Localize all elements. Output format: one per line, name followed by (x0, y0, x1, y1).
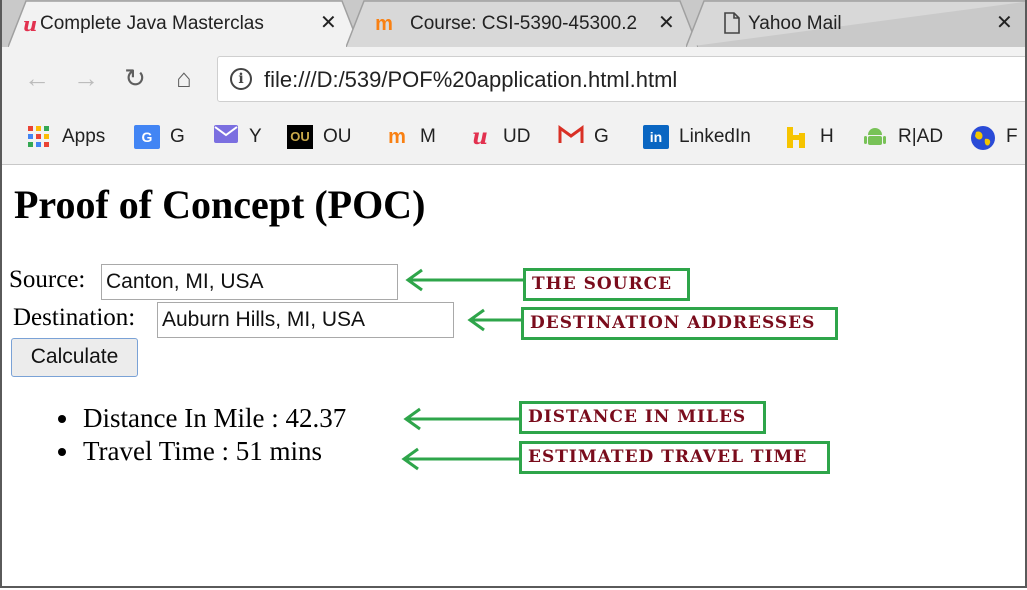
gmail-icon (558, 125, 584, 149)
distance-result: Distance In Mile : 42.37 (83, 403, 347, 433)
bullet (58, 415, 66, 423)
tab-yahoo-mail[interactable]: Yahoo Mail ✕ (686, 0, 1027, 47)
h-icon (784, 125, 810, 149)
annotation-source: The source (523, 268, 690, 301)
bookmark-label: H (820, 126, 834, 147)
bookmark-label: M (420, 126, 436, 147)
page-title: Proof of Concept (POC) (14, 182, 426, 227)
tab-title: Course: CSI-5390-45300.2 (410, 13, 638, 34)
tab-title: Yahoo Mail (748, 13, 842, 34)
info-icon[interactable]: i (230, 68, 252, 90)
destination-input[interactable]: Auburn Hills, MI, USA (157, 302, 454, 338)
bookmark-yahoo[interactable]: Y (213, 124, 262, 150)
udemy-icon: u (472, 123, 488, 150)
tab-strip: u Complete Java Masterclas ✕ m Course: C… (0, 0, 1027, 47)
bookmark-label: LinkedIn (679, 126, 751, 147)
address-bar[interactable]: i file:///D:/539/POF%20application.html.… (217, 56, 1027, 102)
source-input[interactable]: Canton, MI, USA (101, 264, 398, 300)
bookmark-label: G (594, 126, 609, 147)
bookmark-linkedin[interactable]: in LinkedIn (643, 124, 751, 150)
bookmark-label: Apps (62, 126, 106, 147)
annotation-travel-time: Estimated travel time (519, 441, 830, 474)
bookmark-udemy[interactable]: u UD (467, 124, 530, 150)
mail-icon (213, 124, 239, 149)
bookmarks-bar: Apps GG Y OU OU mM u UD G in LinkedIn H R|A… (0, 112, 1027, 165)
tab-course[interactable]: m Course: CSI-5390-45300.2 ✕ (346, 0, 698, 47)
reload-icon[interactable]: ↻ (118, 61, 152, 95)
bookmark-rad[interactable]: R|AD (862, 124, 943, 150)
home-icon[interactable]: ⌂ (167, 61, 201, 95)
bookmark-label: Y (249, 126, 262, 147)
source-label: Source: (9, 266, 86, 293)
annotation-arrow-distance (403, 407, 523, 431)
tab-java-masterclass[interactable]: u Complete Java Masterclas ✕ (8, 0, 360, 47)
bookmark-apps[interactable]: Apps (26, 124, 105, 150)
browser-toolbar: ← → ↻ ⌂ i file:///D:/539/POF%20applicati… (0, 47, 1027, 112)
annotation-arrow-destination (467, 308, 524, 332)
annotation-distance: Distance in miles (519, 401, 766, 434)
annotation-arrow-source (405, 268, 525, 292)
bookmark-label: F (1006, 126, 1018, 147)
bookmark-gmail[interactable]: G (558, 124, 609, 150)
calculate-button[interactable]: Calculate (11, 338, 138, 377)
close-tab-icon[interactable]: ✕ (658, 0, 675, 47)
ou-logo-icon: OU (287, 124, 313, 149)
bookmark-h[interactable]: H (784, 124, 834, 150)
travel-time-result: Travel Time : 51 mins (83, 436, 323, 466)
google-translate-icon: G (134, 124, 160, 149)
bookmark-label: UD (503, 126, 531, 147)
linkedin-icon: in (643, 124, 669, 149)
annotation-arrow-travel-time (401, 447, 521, 471)
udemy-icon: u (22, 12, 38, 36)
annotation-destination: Destination addresses (521, 307, 838, 340)
bookmark-label: OU (323, 126, 352, 147)
close-tab-icon[interactable]: ✕ (320, 0, 337, 47)
page-content: Proof of Concept (POC) Source: Canton, M… (0, 165, 1027, 590)
bookmark-google-translate[interactable]: GG (134, 124, 185, 150)
android-icon (862, 125, 888, 149)
apps-grid-icon (26, 125, 52, 149)
globe-icon (970, 125, 996, 150)
bullet (58, 448, 66, 456)
url-text[interactable]: file:///D:/539/POF%20application.html.ht… (264, 67, 677, 93)
forward-arrow-icon[interactable]: → (69, 61, 103, 95)
moodle-icon: m (388, 125, 406, 148)
bookmark-moodle[interactable]: mM (384, 124, 436, 150)
bookmark-label: G (170, 126, 185, 147)
bookmark-ou[interactable]: OU OU (287, 124, 352, 150)
bookmark-f[interactable]: F (970, 124, 1018, 150)
destination-label: Destination: (13, 304, 136, 331)
tab-title: Complete Java Masterclas (40, 13, 264, 34)
bookmark-label: R|AD (898, 126, 944, 147)
close-tab-icon[interactable]: ✕ (996, 0, 1013, 47)
back-arrow-icon[interactable]: ← (20, 61, 54, 95)
